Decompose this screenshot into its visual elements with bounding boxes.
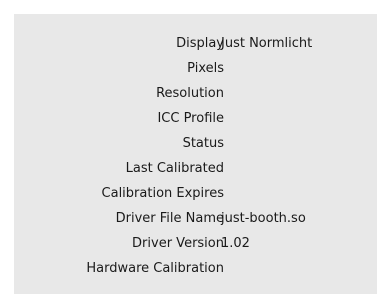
info-label-hardware-calibration: Hardware Calibration (86, 261, 224, 276)
info-row-pixels: Pixels (14, 58, 377, 80)
info-row-driver-file-name: Driver File Name just-booth.so (14, 208, 377, 230)
display-info-panel: Display Just Normlicht Pixels Resolution… (14, 14, 377, 294)
info-label-status: Status (182, 136, 224, 151)
info-row-resolution: Resolution (14, 83, 377, 105)
info-value-driver-version: 1.02 (221, 236, 250, 251)
info-label-pixels: Pixels (187, 61, 224, 76)
info-row-last-calibrated: Last Calibrated (14, 158, 377, 180)
info-row-driver-version: Driver Version 1.02 (14, 233, 377, 255)
info-value-driver-file-name: just-booth.so (221, 211, 306, 226)
info-label-resolution: Resolution (156, 86, 224, 101)
info-label-driver-version: Driver Version (132, 236, 224, 251)
info-value-display: Just Normlicht (221, 36, 313, 51)
info-label-driver-file-name: Driver File Name (115, 211, 224, 226)
info-label-icc-profile: ICC Profile (157, 111, 224, 126)
info-label-calibration-expires: Calibration Expires (101, 186, 224, 201)
info-label-display: Display (176, 36, 224, 51)
info-row-calibration-expires: Calibration Expires (14, 183, 377, 205)
info-row-display: Display Just Normlicht (14, 33, 377, 55)
info-row-hardware-calibration: Hardware Calibration (14, 258, 377, 280)
info-row-status: Status (14, 133, 377, 155)
info-row-icc-profile: ICC Profile (14, 108, 377, 130)
info-label-last-calibrated: Last Calibrated (125, 161, 224, 176)
